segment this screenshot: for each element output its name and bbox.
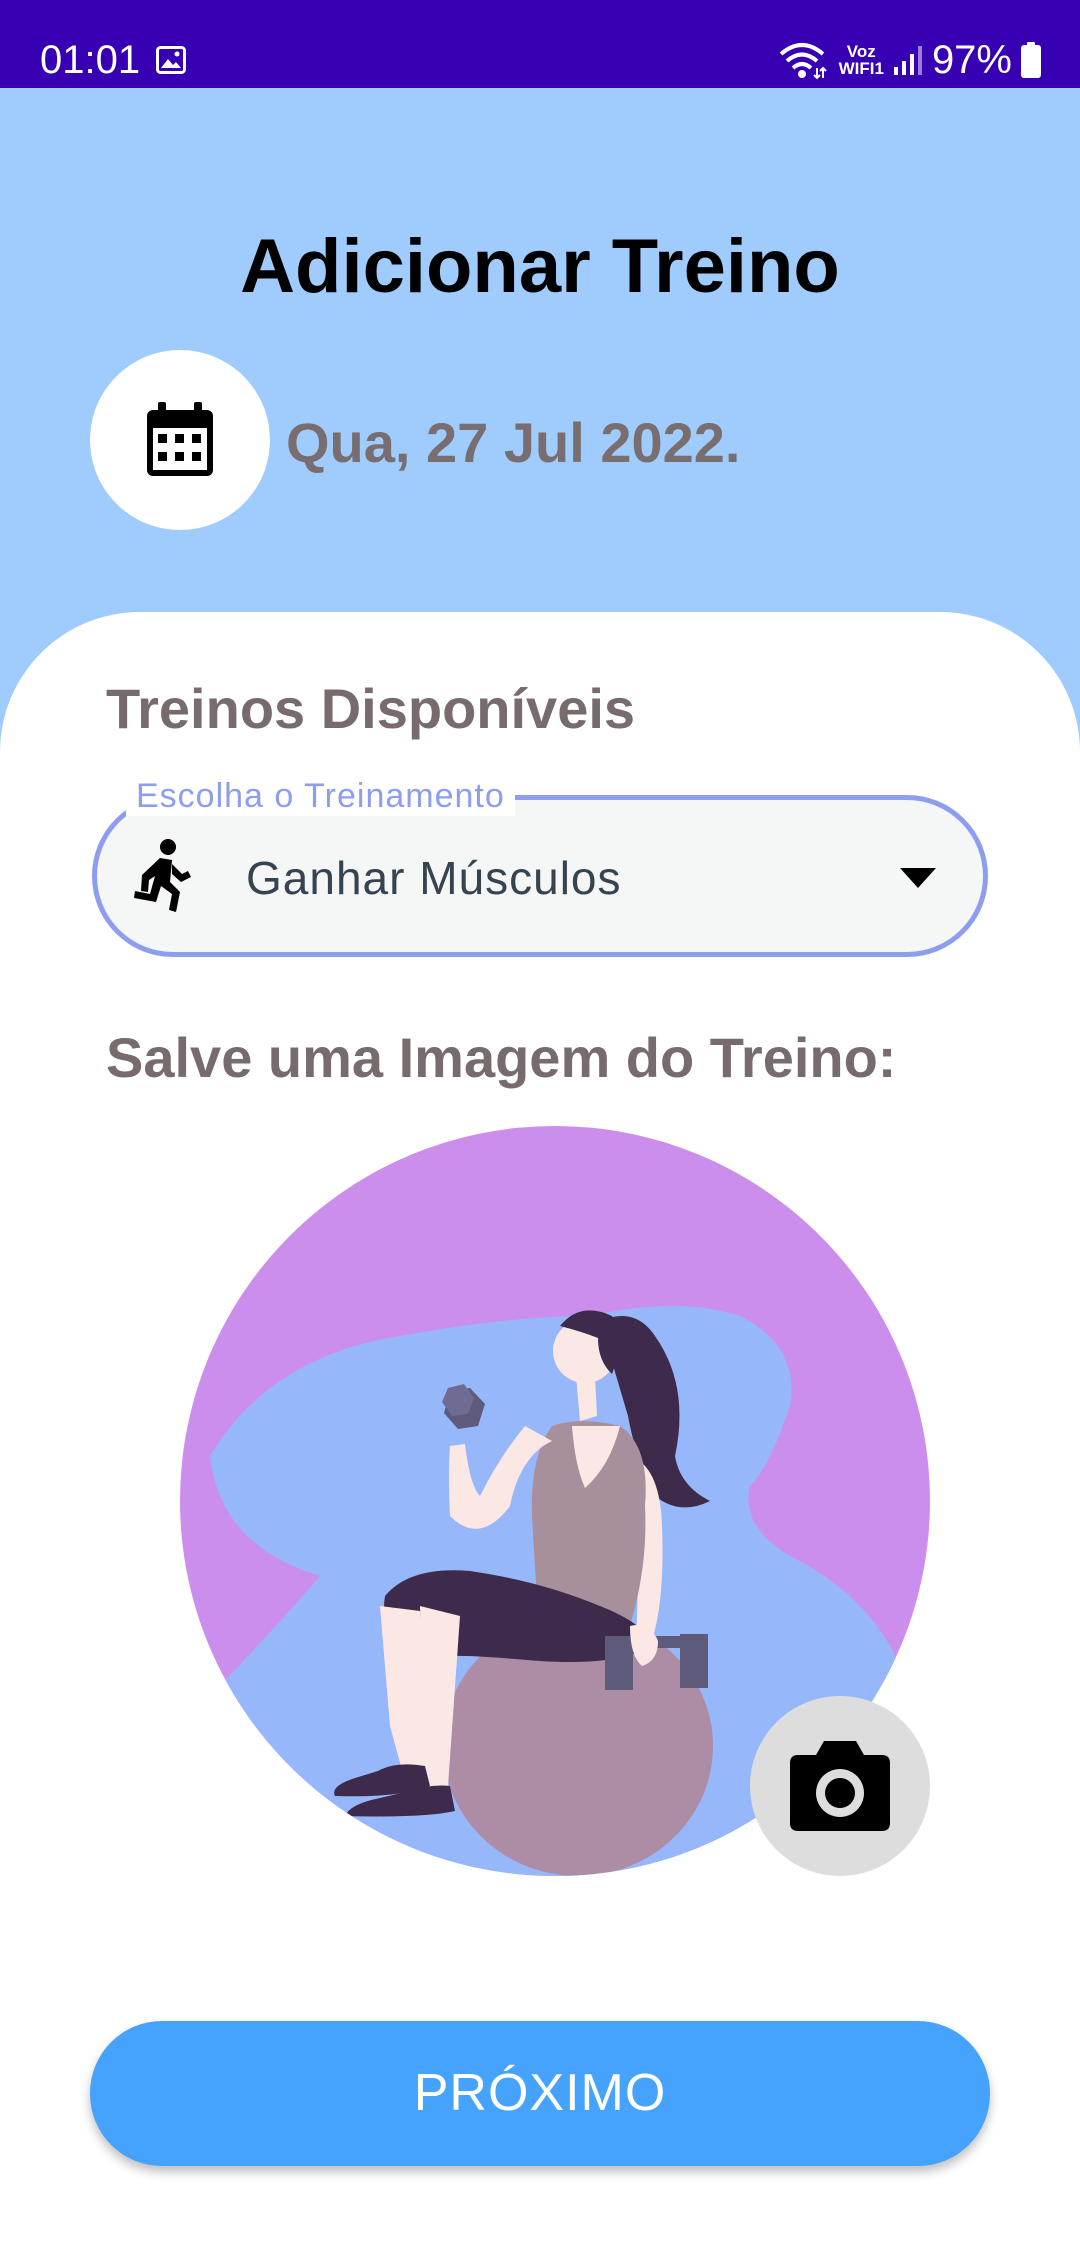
next-button[interactable]: PRÓXIMO: [90, 2021, 990, 2166]
wifi-icon: [779, 43, 827, 80]
page-title: Adicionar Treino: [240, 224, 840, 309]
network-label: Voz WIFI1: [839, 43, 884, 77]
camera-button[interactable]: [750, 1696, 930, 1876]
image-section-title: Salve uma Imagem do Treino:: [106, 1026, 897, 1089]
workout-selected-value: Ganhar Músculos: [246, 852, 622, 904]
status-icons: Voz WIFI1 97%: [777, 36, 1042, 84]
workout-dropdown-label: Escolha o Treinamento: [126, 776, 515, 816]
signal-icon: [893, 46, 922, 75]
network-label-bottom: WIFI1: [838, 59, 884, 78]
status-bar: 01:01 Voz WIFI1 97%: [0, 0, 1080, 88]
battery-icon: [1021, 42, 1041, 78]
caret-down-icon[interactable]: [900, 868, 936, 888]
image-icon: [156, 46, 186, 74]
network-label-top: Voz: [846, 42, 876, 61]
directions-run-icon: [134, 839, 191, 912]
status-time: 01:01: [40, 38, 141, 82]
selected-date[interactable]: Qua, 27 Jul 2022.: [286, 410, 740, 476]
calendar-icon: [147, 402, 213, 476]
workouts-section-title: Treinos Disponíveis: [106, 677, 636, 740]
battery-percent: 97%: [931, 38, 1012, 82]
camera-icon: [790, 1741, 890, 1831]
date-picker-button[interactable]: [90, 350, 270, 530]
